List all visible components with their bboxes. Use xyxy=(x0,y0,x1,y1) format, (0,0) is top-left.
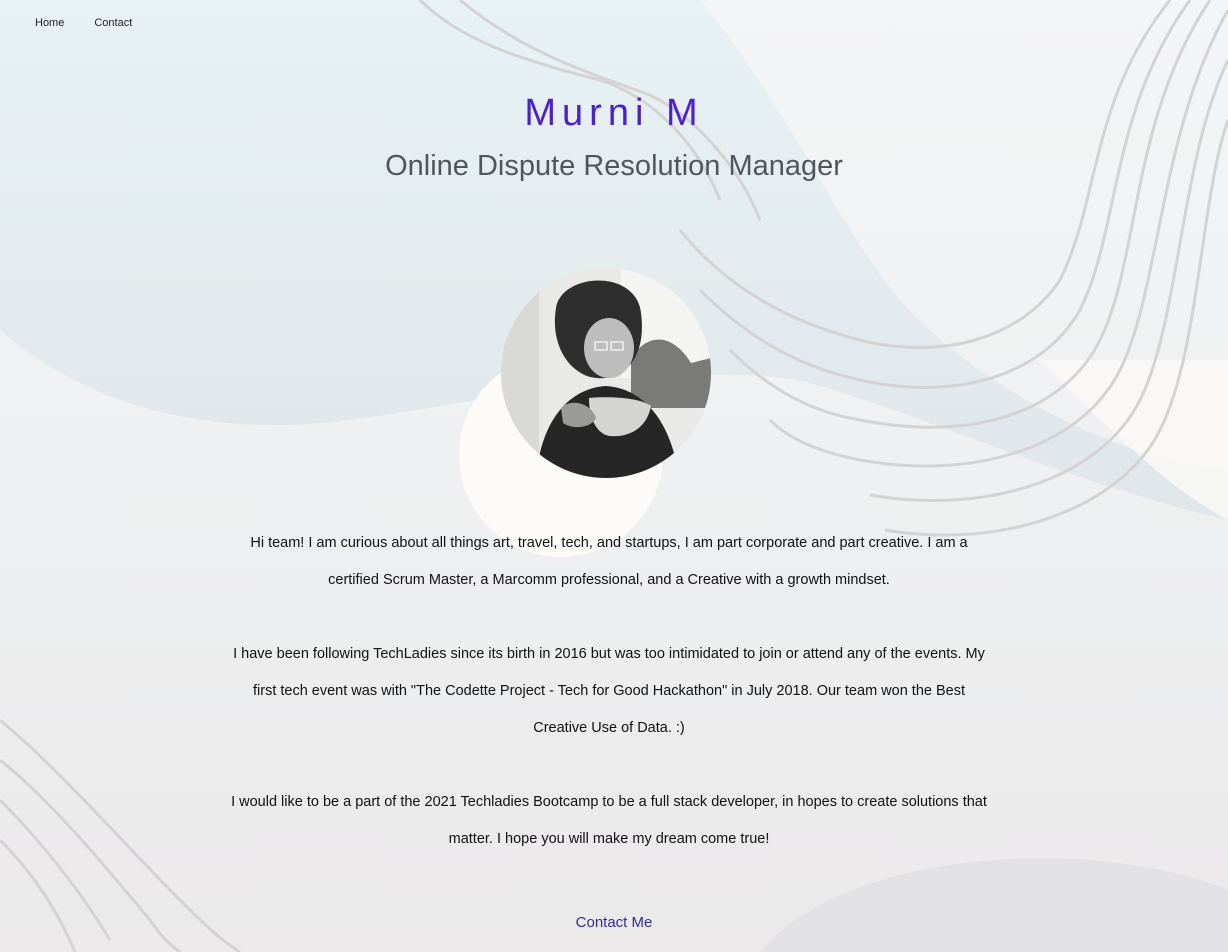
bio-paragraph: I have been following TechLadies since i… xyxy=(233,646,985,736)
bio-paragraph: Hi team! I am curious about all things a… xyxy=(250,535,968,588)
nav-contact-link[interactable]: Contact xyxy=(94,17,132,29)
bio-paragraph: I would like to be a part of the 2021 Te… xyxy=(231,794,987,847)
profile-name: Murni M xyxy=(524,92,704,134)
profile-role: Online Dispute Resolution Manager xyxy=(385,150,843,182)
contact-me-link[interactable]: Contact Me xyxy=(0,914,1228,931)
nav-home-link[interactable]: Home xyxy=(35,17,64,29)
avatar xyxy=(501,268,711,478)
top-nav: Home Contact xyxy=(35,17,132,29)
bio-section: Hi team! I am curious about all things a… xyxy=(224,525,994,895)
profile-photo xyxy=(501,268,711,478)
